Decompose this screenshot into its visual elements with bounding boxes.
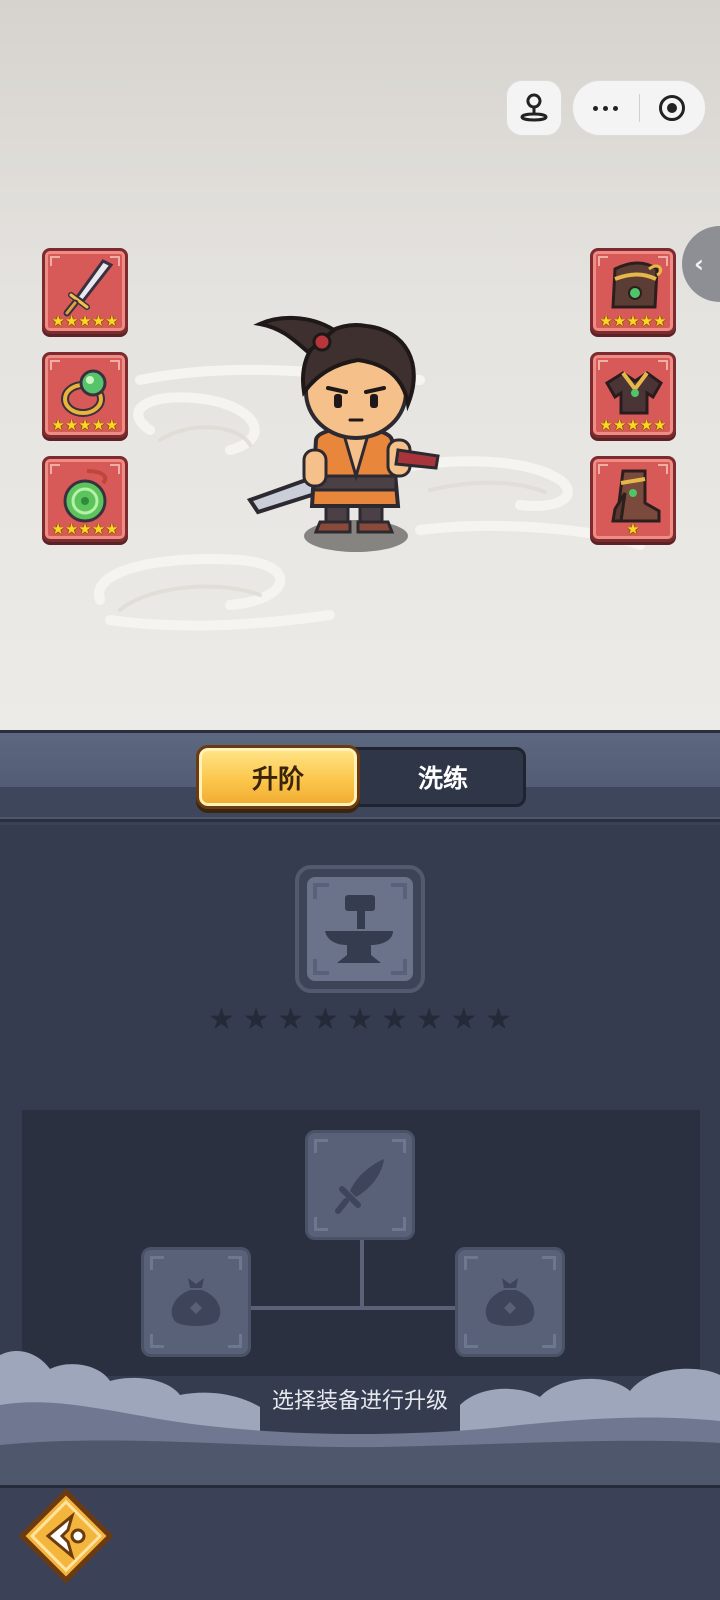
back-button[interactable] [14, 1486, 118, 1590]
target-slot-inner [307, 877, 413, 981]
slot-corner [228, 1256, 242, 1270]
connector-line [360, 1238, 364, 1308]
empty-star-icon: ★ [485, 1002, 512, 1037]
empty-star-icon: ★ [242, 1002, 270, 1037]
empty-star-icon: ★ [311, 1002, 339, 1037]
empty-star-icon: ★ [381, 1002, 409, 1037]
chevron-left-icon: ‹ [694, 250, 704, 278]
money-bag-icon [171, 1278, 221, 1326]
material-slot-equipment[interactable] [305, 1130, 415, 1240]
slot-corner [392, 1139, 406, 1153]
equip-slot-boots[interactable]: ★ [590, 456, 676, 542]
star-rating: ★ [626, 520, 640, 538]
empty-star-rating: ★ ★ ★ ★ ★ ★ ★ ★ ★ [208, 1005, 512, 1035]
more-dots-icon [593, 105, 619, 111]
anvil-hammer-icon [325, 895, 393, 963]
target-equipment-slot[interactable] [295, 865, 425, 993]
slot-corner [314, 1139, 328, 1153]
game-center-button[interactable] [506, 80, 562, 136]
more-button[interactable] [573, 81, 639, 135]
slot-corner [150, 1256, 164, 1270]
record-circle-icon [659, 95, 686, 121]
upgrade-hint: 选择装备进行升级 [271, 1389, 448, 1414]
back-arrow-icon [18, 1488, 114, 1584]
empty-star-icon: ★ [346, 1002, 374, 1037]
star-rating: ★ ★ ★ ★ ★ [599, 312, 667, 330]
empty-star-icon: ★ [415, 1002, 443, 1037]
star-rating: ★ ★ ★ ★ ★ [51, 312, 119, 330]
empty-star-icon: ★ [277, 1002, 305, 1037]
sword-placeholder-icon [335, 1159, 384, 1214]
hero-scene: ‹ ★ ★ ★ ★ ★ ★ ★ ★ ★ ★ ★ ★ ★ ★ ★ ★ ★ ★ ★ … [0, 0, 720, 730]
joystick-icon [520, 93, 548, 122]
slot-corner [314, 1217, 328, 1231]
star-rating: ★ ★ ★ ★ ★ [51, 520, 119, 538]
empty-star-icon: ★ [450, 1002, 478, 1037]
close-button[interactable] [640, 81, 706, 135]
hero-swordsman-icon [246, 315, 440, 552]
slot-corner [392, 1217, 406, 1231]
money-bag-icon [485, 1278, 535, 1326]
slot-corner [464, 1256, 478, 1270]
bottom-bar [0, 1485, 720, 1600]
tab-refine[interactable]: 洗练 [360, 747, 526, 807]
slot-corner [542, 1256, 556, 1270]
star-rating: ★ ★ ★ ★ ★ [51, 416, 119, 434]
equip-slot-armor[interactable]: ★ ★ ★ ★ ★ [590, 352, 676, 438]
tab-upgrade[interactable]: 升阶 [196, 745, 360, 809]
equip-slot-ring[interactable]: ★ ★ ★ ★ ★ [42, 352, 128, 438]
empty-star-icon: ★ [208, 1002, 235, 1037]
equip-slot-hat[interactable]: ★ ★ ★ ★ ★ [590, 248, 676, 334]
upgrade-panel: ★ ★ ★ ★ ★ ★ ★ ★ ★ 选择装备进行升级 [0, 825, 720, 1485]
star-rating: ★ ★ ★ ★ ★ [599, 416, 667, 434]
equip-slot-amulet[interactable]: ★ ★ ★ ★ ★ [42, 456, 128, 542]
connector-line [250, 1306, 472, 1310]
tab-bar: 升阶 洗练 [0, 730, 720, 822]
mini-program-capsule [572, 80, 706, 136]
equip-slot-sword[interactable]: ★ ★ ★ ★ ★ [42, 248, 128, 334]
